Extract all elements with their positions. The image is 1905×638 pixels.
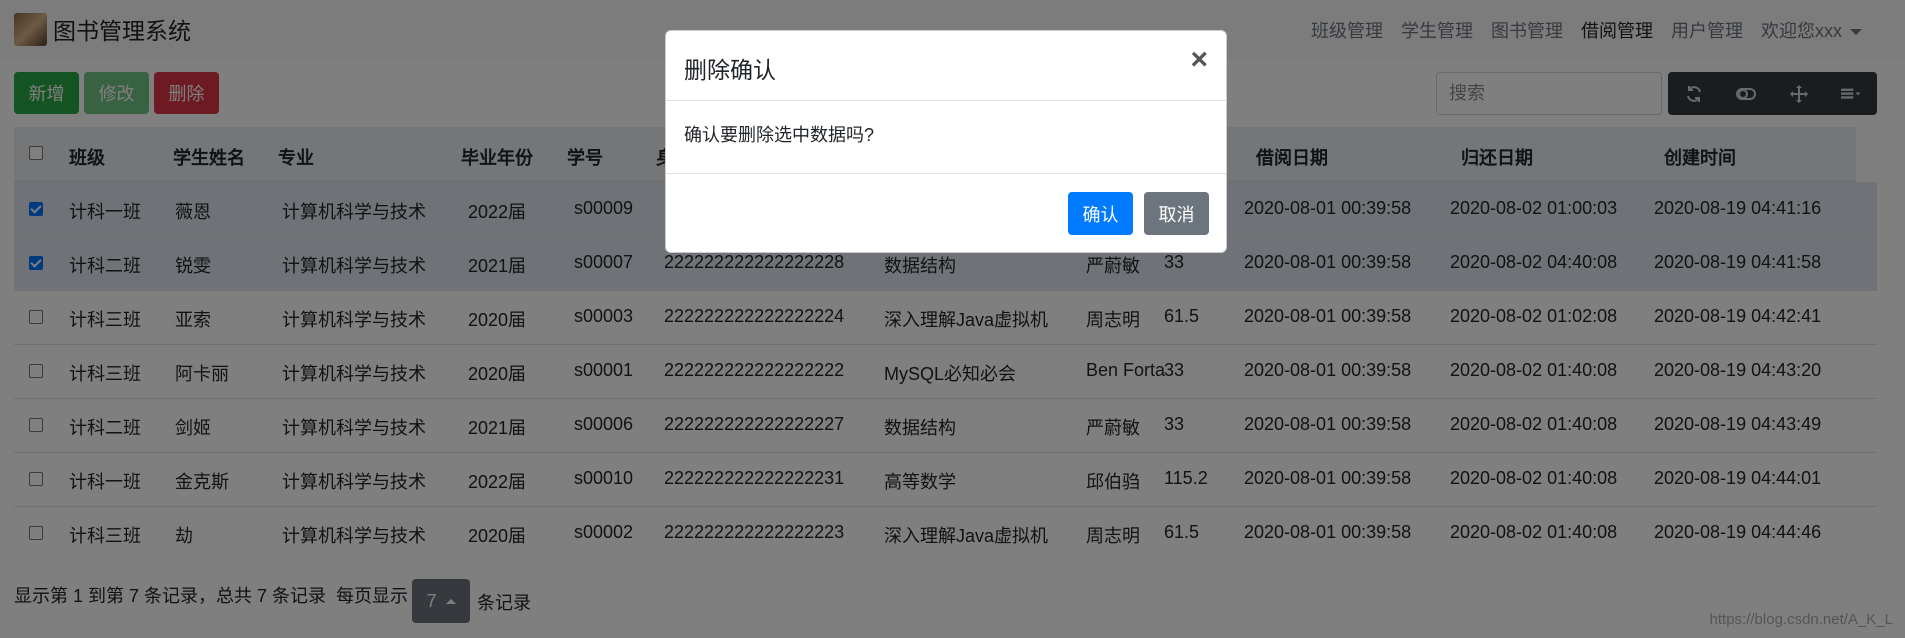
modal-title: 删除确认	[684, 57, 776, 83]
delete-confirm-modal: 删除确认 × 确认要删除选中数据吗? 确认 取消	[665, 30, 1227, 253]
close-icon[interactable]: ×	[1190, 45, 1208, 75]
modal-header: 删除确认 ×	[666, 31, 1226, 101]
modal-footer: 确认 取消	[666, 174, 1226, 252]
modal-message: 确认要删除选中数据吗?	[684, 125, 875, 145]
confirm-button[interactable]: 确认	[1068, 192, 1133, 235]
modal-body: 确认要删除选中数据吗?	[666, 101, 1226, 174]
watermark: https://blog.csdn.net/A_K_L	[1709, 611, 1893, 628]
cancel-button[interactable]: 取消	[1144, 192, 1209, 235]
